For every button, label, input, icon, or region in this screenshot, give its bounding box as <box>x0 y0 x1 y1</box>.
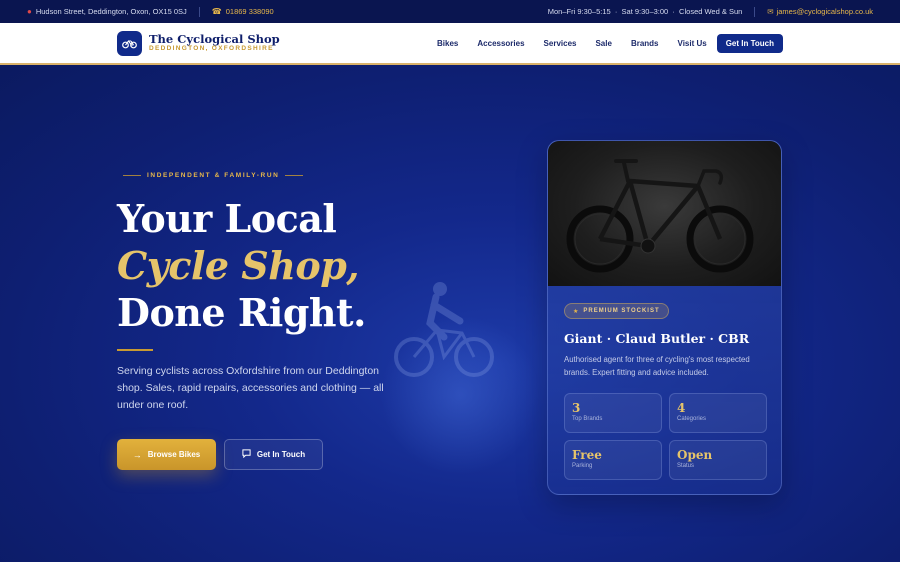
brand-name: The Cyclogical Shop <box>149 31 280 46</box>
email-link[interactable]: james@cyclogicalshop.co.uk <box>777 7 873 16</box>
get-in-touch-label: Get In Touch <box>256 450 306 459</box>
cyclist-silhouette-image <box>394 282 494 377</box>
divider <box>198 6 200 17</box>
nav-visit-us[interactable]: Visit Us <box>678 39 707 48</box>
stat-label: Status <box>677 463 695 469</box>
stat-label: Categories <box>677 416 707 422</box>
brand-logo-link[interactable]: The Cyclogical Shop DEDDINGTON, OXFORDSH… <box>117 30 280 56</box>
main-nav: Bikes Accessories Services Sale Brands V… <box>418 33 783 53</box>
badge-text: PREMIUM STOCKIST <box>583 308 660 314</box>
stat-value: Free <box>572 448 602 462</box>
headline-line-2: Cycle Shop, <box>117 243 360 288</box>
card-description: Authorised agent for three of cycling's … <box>564 355 750 377</box>
premium-stockist-badge: ★ PREMIUM STOCKIST <box>564 303 669 319</box>
chat-icon <box>242 449 251 460</box>
arrow-right-icon: → <box>132 449 142 460</box>
stat-value: Open <box>677 448 713 462</box>
gold-divider <box>117 349 153 351</box>
divider <box>754 6 756 17</box>
address-text: Hudson Street, Deddington, Oxon, OX15 0S… <box>35 7 187 16</box>
brand-location: DEDDINGTON, OXFORDSHIRE <box>149 45 274 53</box>
stat-label: Top Brands <box>572 416 603 422</box>
hero-headline: Your Local Cycle Shop, Done Right. <box>117 195 366 336</box>
stat-value: 3 <box>572 401 581 415</box>
stat-value: 4 <box>677 401 686 415</box>
phone-icon: ☎ <box>211 7 222 16</box>
mail-icon: ✉ <box>767 7 774 16</box>
nav-services[interactable]: Services <box>544 39 577 48</box>
hero-eyebrow: INDEPENDENT & FAMILY-RUN <box>117 172 309 179</box>
stockist-card: ★ PREMIUM STOCKIST Giant · Claud Butler … <box>547 140 782 495</box>
stat-parking: Free Parking <box>564 440 662 480</box>
bicycle-logo-icon <box>117 30 142 56</box>
nav-bikes[interactable]: Bikes <box>437 39 458 48</box>
browse-bikes-label: Browse Bikes <box>147 450 201 459</box>
browse-bikes-button[interactable]: → Browse Bikes <box>117 439 216 470</box>
nav-brands[interactable]: Brands <box>631 39 659 48</box>
hero-get-in-touch-button[interactable]: Get In Touch <box>224 439 323 470</box>
headline-line-3: Done Right. <box>117 290 366 335</box>
nav-accessories[interactable]: Accessories <box>477 39 524 48</box>
top-utility-bar: ● Hudson Street, Deddington, Oxon, OX15 … <box>0 0 900 23</box>
map-pin-icon: ● <box>27 7 32 16</box>
eyebrow-text: INDEPENDENT & FAMILY-RUN <box>147 172 280 179</box>
opening-hours: Mon–Fri 9:30–5:15 · Sat 9:30–3:00 · Clos… <box>547 7 743 16</box>
stat-status: Open Status <box>669 440 767 480</box>
get-in-touch-button[interactable]: Get In Touch <box>716 33 783 53</box>
site-header: The Cyclogical Shop DEDDINGTON, OXFORDSH… <box>0 23 900 65</box>
hero-section: INDEPENDENT & FAMILY-RUN Your Local Cycl… <box>0 65 900 562</box>
star-icon: ★ <box>573 308 580 315</box>
hero-lead-text: Serving cyclists across Oxfordshire from… <box>117 365 384 411</box>
stat-label: Parking <box>572 463 593 469</box>
road-bike-photo <box>548 141 781 286</box>
stat-categories: 4 Categories <box>669 393 767 433</box>
phone-link[interactable]: 01869 338090 <box>226 7 274 16</box>
stat-top-brands: 3 Top Brands <box>564 393 662 433</box>
nav-sale[interactable]: Sale <box>595 39 611 48</box>
card-title: Giant · Claud Butler · CBR <box>564 331 750 346</box>
headline-line-1: Your Local <box>117 196 337 241</box>
